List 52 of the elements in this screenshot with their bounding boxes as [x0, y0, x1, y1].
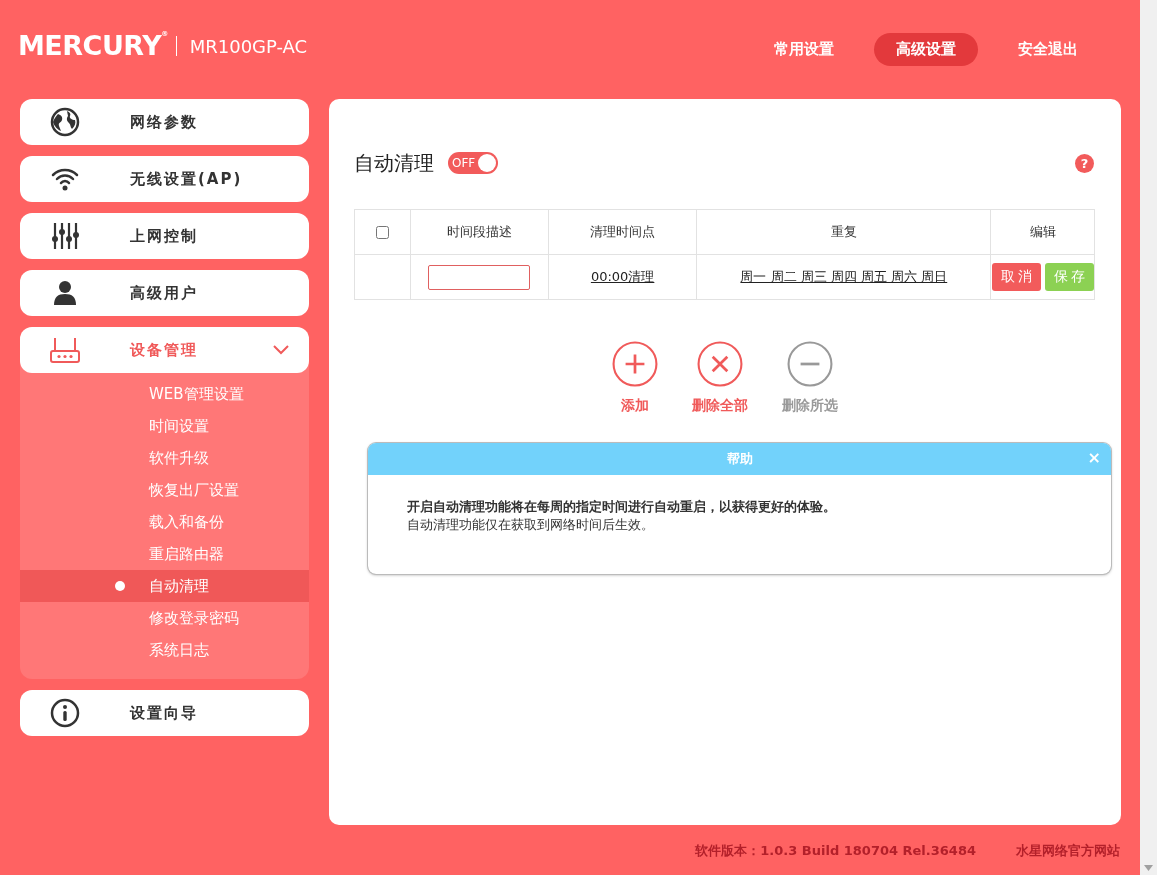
submenu-item[interactable]: 时间设置 — [20, 410, 309, 442]
description-field[interactable] — [428, 264, 531, 290]
minus-icon — [786, 341, 833, 387]
bullet-icon — [115, 581, 125, 591]
submenu-item[interactable]: 系统日志 — [20, 634, 309, 666]
version-text: 软件版本：1.0.3 Build 180704 Rel.36484 — [695, 842, 976, 860]
wifi-icon — [50, 167, 80, 191]
menu-item[interactable]: 无线设置(AP) — [20, 156, 309, 202]
model-name: MR100GP-AC — [189, 36, 308, 57]
toggle-switch[interactable]: OFF — [448, 152, 498, 174]
plus-icon — [611, 341, 658, 387]
official-site-link[interactable]: 水星网络官方网站 — [1016, 842, 1120, 860]
menu-item[interactable]: 设备管理 — [20, 327, 309, 373]
submenu-item[interactable]: 恢复出厂设置 — [20, 474, 309, 506]
column-header: 编辑 — [1029, 224, 1056, 239]
select-all-checkbox[interactable] — [376, 225, 390, 239]
submenu-item[interactable]: WEB管理设置 — [20, 378, 309, 410]
help-text: 开启自动清理功能将在每周的指定时间进行自动重启，以获得更好的体验。 — [407, 498, 837, 516]
router-icon — [50, 337, 80, 363]
info-icon — [50, 698, 80, 728]
page-title: 自动清理 — [354, 149, 434, 177]
cancel-button[interactable]: 取消 — [991, 263, 1041, 291]
column-header: 重复 — [830, 224, 857, 239]
time-link[interactable]: 00:00清理 — [590, 269, 655, 284]
nav-tab[interactable]: 安全退出 — [996, 33, 1100, 66]
save-button[interactable]: 保存 — [1044, 263, 1094, 291]
menu-item[interactable]: 上网控制 — [20, 213, 309, 259]
action-button[interactable]: 删除全部 — [691, 341, 748, 415]
down-arrow-icon[interactable] — [1144, 865, 1153, 871]
cross-icon — [696, 341, 743, 387]
menu-item[interactable]: 高级用户 — [20, 270, 309, 316]
scrollbar[interactable] — [1140, 0, 1157, 875]
menu-item[interactable]: 设置向导 — [20, 690, 309, 736]
column-header: 清理时间点 — [590, 224, 656, 239]
submenu-item[interactable]: 修改登录密码 — [20, 602, 309, 634]
nav-tab[interactable]: 常用设置 — [752, 33, 856, 66]
user-icon — [54, 281, 76, 305]
submenu-item[interactable]: 软件升级 — [20, 442, 309, 474]
submenu-item[interactable]: 载入和备份 — [20, 506, 309, 538]
submenu-item[interactable]: 自动清理 — [20, 570, 309, 602]
help-button[interactable]: ? — [1075, 153, 1094, 173]
brand-logo: MERCURY$^{®}$ — [18, 30, 168, 61]
action-button[interactable]: 添加 — [611, 341, 658, 415]
menu-item[interactable]: 网络参数 — [20, 99, 309, 145]
column-header: 时间段描述 — [446, 224, 512, 239]
help-text: 自动清理功能仅在获取到网络时间后生效。 — [407, 516, 655, 534]
help-title: 帮助 — [726, 450, 753, 468]
globe-icon — [50, 107, 80, 137]
close-button[interactable]: × — [1087, 448, 1101, 467]
submenu-item[interactable]: 重启路由器 — [20, 538, 309, 570]
sliders-icon — [51, 222, 79, 250]
nav-tab[interactable]: 高级设置 — [874, 33, 978, 66]
